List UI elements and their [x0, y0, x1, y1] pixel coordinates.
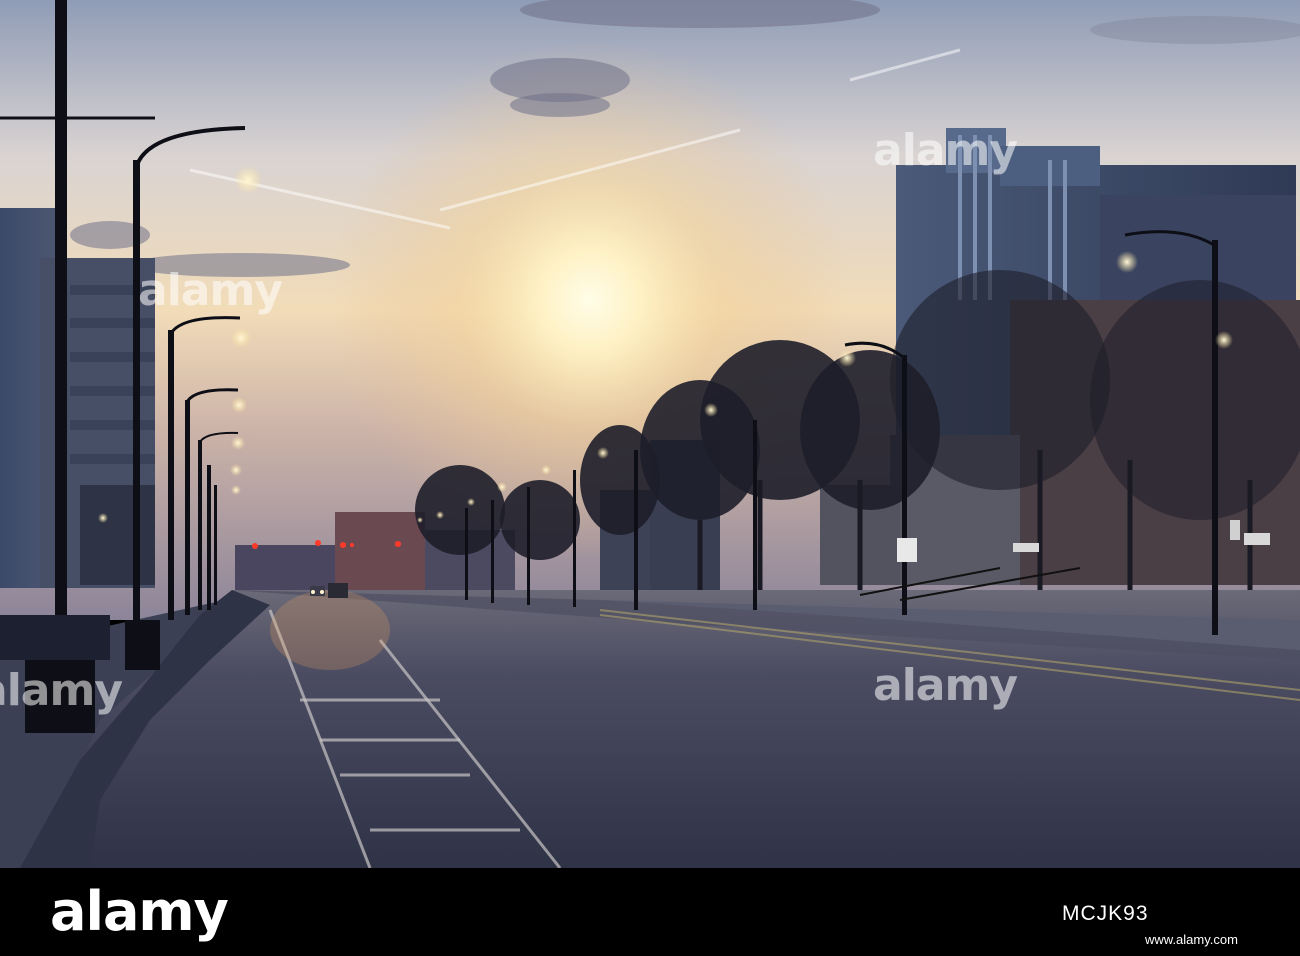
planter-wall [0, 615, 110, 660]
watermark-text: alamy [138, 265, 282, 316]
watermark-text: alamy [873, 125, 1017, 176]
sun-reflection [270, 590, 390, 670]
street-sunset-photo: alamy alamy alamy alamy [0, 0, 1300, 868]
watermark-text: alamy [873, 660, 1017, 711]
image-id: MCJK93 [1062, 902, 1149, 925]
left-buildings [0, 208, 155, 588]
watermark-text: alamy [0, 665, 122, 716]
site-url[interactable]: www.alamy.com [1145, 932, 1238, 947]
footer-bar: alamy MCJK93 www.alamy.com [0, 868, 1300, 956]
alamy-logo[interactable]: alamy [50, 882, 229, 942]
